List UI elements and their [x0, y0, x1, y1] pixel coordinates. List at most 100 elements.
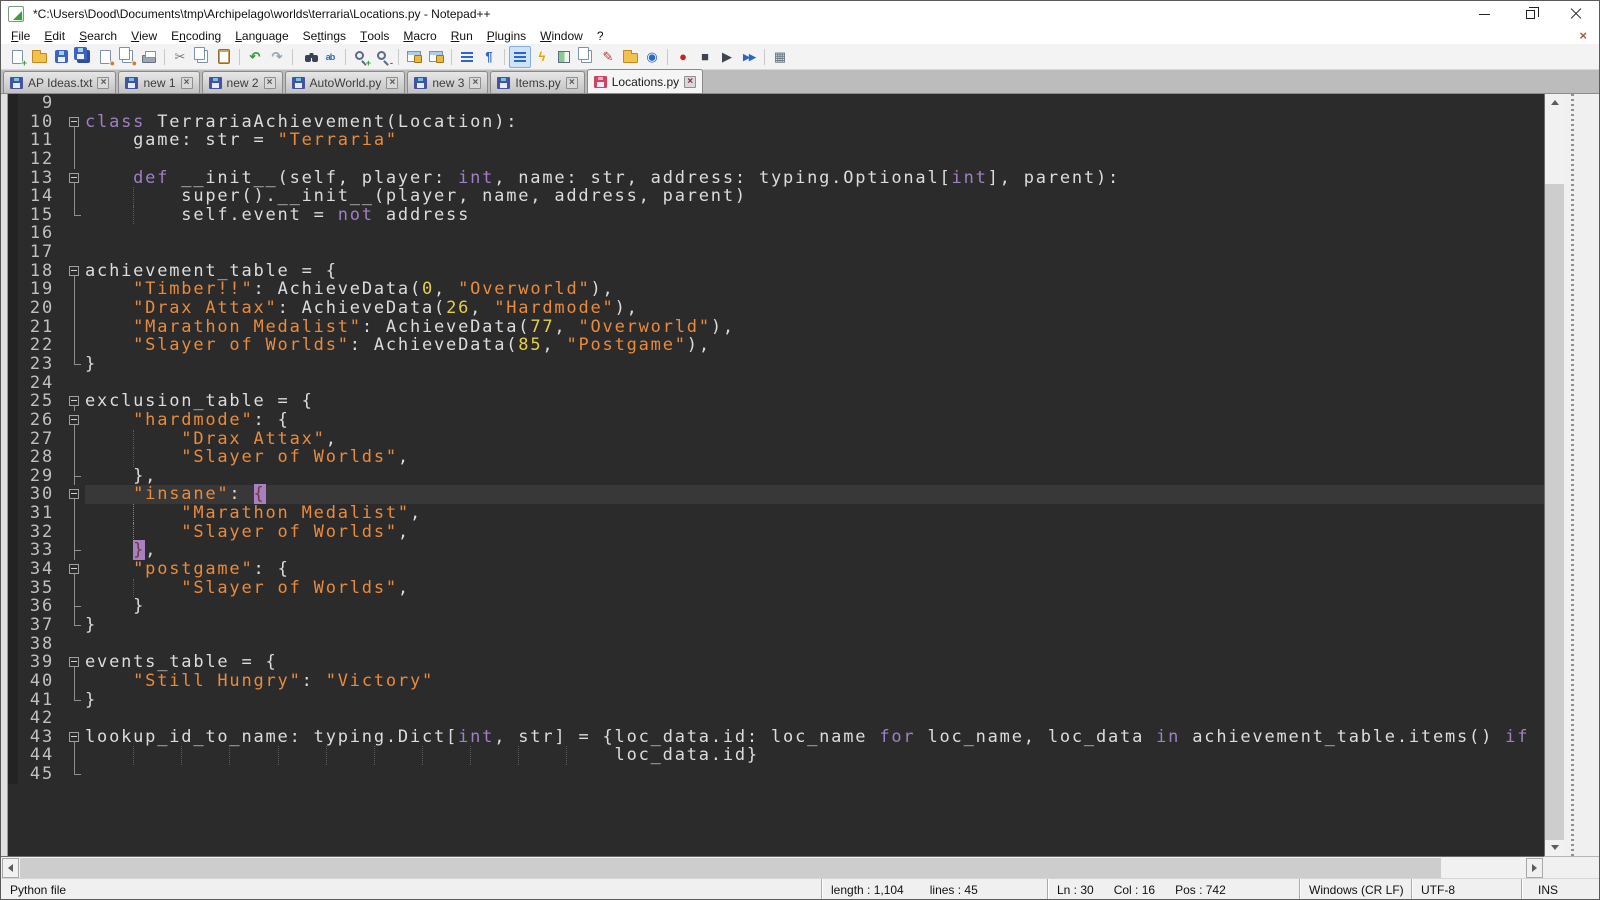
document-list-button[interactable]	[575, 46, 597, 68]
code-text[interactable]: achievement_table = {	[85, 262, 1544, 281]
code-text[interactable]: "Drax Attax",	[85, 430, 1544, 449]
menu-item-run[interactable]: Run	[444, 27, 480, 44]
code-text[interactable]: events_table = {	[85, 653, 1544, 672]
code-text[interactable]	[85, 243, 1544, 262]
new-file-button[interactable]: +	[6, 46, 28, 68]
run-macro-multiple-times-button[interactable]: ▶▶	[738, 46, 760, 68]
menu-item-encoding[interactable]: Encoding	[164, 27, 228, 44]
sync-vertical-scrolling-button[interactable]	[403, 46, 425, 68]
code-text[interactable]	[85, 709, 1544, 728]
open-file-button[interactable]	[28, 46, 50, 68]
fold-toggle-icon[interactable]	[69, 396, 79, 406]
fold-toggle-icon[interactable]	[69, 117, 79, 127]
code-text[interactable]	[85, 765, 1544, 784]
horizontal-scrollbar[interactable]	[1, 856, 1544, 878]
code-text[interactable]: loc_data.id}	[85, 746, 1544, 765]
tab-close-icon[interactable]: ×	[97, 77, 109, 89]
tab-new-3[interactable]: new 3×	[407, 71, 488, 93]
find-button[interactable]	[297, 46, 319, 68]
code-text[interactable]	[85, 635, 1544, 654]
zoom-in-button[interactable]: +	[350, 46, 372, 68]
sync-horizontal-scrolling-button[interactable]	[425, 46, 447, 68]
code-text[interactable]: lookup_id_to_name: typing.Dict[int, str]…	[85, 728, 1544, 747]
code-text[interactable]	[85, 224, 1544, 243]
code-text[interactable]	[85, 150, 1544, 169]
menu-item-edit[interactable]: Edit	[37, 27, 72, 44]
tab-close-icon[interactable]: ×	[264, 77, 276, 89]
status-encoding[interactable]: UTF-8	[1411, 879, 1521, 900]
word-wrap-button[interactable]	[456, 46, 478, 68]
code-text[interactable]: "Marathon Medalist",	[85, 504, 1544, 523]
close-file-button[interactable]: ●	[94, 46, 116, 68]
minimize-button[interactable]	[1461, 1, 1507, 27]
scroll-right-arrow[interactable]	[1526, 858, 1543, 878]
code-text[interactable]: "Slayer of Worlds": AchieveData(85, "Pos…	[85, 336, 1544, 355]
menu-item-tools[interactable]: Tools	[353, 27, 396, 44]
status-insert-mode[interactable]: INS	[1521, 879, 1599, 900]
code-text[interactable]: exclusion_table = {	[85, 392, 1544, 411]
code-text[interactable]	[85, 374, 1544, 393]
horizontal-scroll-thumb[interactable]	[20, 858, 1441, 878]
menu-item-help[interactable]: ?	[590, 27, 611, 44]
menu-item-search[interactable]: Search	[72, 27, 124, 44]
tab-ap-ideas-txt[interactable]: AP Ideas.txt×	[3, 71, 116, 93]
menu-item-language[interactable]: Language	[228, 27, 295, 44]
folder-as-workspace-button[interactable]	[619, 46, 641, 68]
code-text[interactable]: "Slayer of Worlds",	[85, 579, 1544, 598]
menu-item-macro[interactable]: Macro	[396, 27, 443, 44]
undo-button[interactable]: ↶	[244, 46, 266, 68]
code-area[interactable]: 910class TerrariaAchievement(Location):1…	[8, 94, 1544, 856]
tab-close-icon[interactable]: ×	[469, 77, 481, 89]
close-document-icon[interactable]: ×	[1579, 27, 1587, 44]
function-list-button[interactable]: ✎	[597, 46, 619, 68]
playback-button[interactable]: ▶	[716, 46, 738, 68]
save-all-button[interactable]	[72, 46, 94, 68]
code-text[interactable]: "Timber!!": AchieveData(0, "Overworld"),	[85, 280, 1544, 299]
save-file-button[interactable]	[50, 46, 72, 68]
tab-new-1[interactable]: new 1×	[118, 71, 199, 93]
paste-button[interactable]	[213, 46, 235, 68]
code-text[interactable]: "insane": {	[85, 485, 1544, 504]
menu-item-window[interactable]: Window	[533, 27, 590, 44]
code-text[interactable]: "Slayer of Worlds",	[85, 523, 1544, 542]
fold-toggle-icon[interactable]	[69, 266, 79, 276]
code-text[interactable]: "Slayer of Worlds",	[85, 448, 1544, 467]
tab-close-icon[interactable]: ×	[684, 76, 696, 88]
tab-close-icon[interactable]: ×	[386, 77, 398, 89]
code-text[interactable]: }	[85, 691, 1544, 710]
code-text[interactable]: "postgame": {	[85, 560, 1544, 579]
copy-button[interactable]	[191, 46, 213, 68]
fold-toggle-icon[interactable]	[69, 173, 79, 183]
code-text[interactable]	[85, 94, 1544, 113]
code-text[interactable]: "Drax Attax": AchieveData(26, "Hardmode"…	[85, 299, 1544, 318]
code-text[interactable]: super().__init__(player, name, address, …	[85, 187, 1544, 206]
tab-close-icon[interactable]: ×	[566, 77, 578, 89]
fold-toggle-icon[interactable]	[69, 657, 79, 667]
code-text[interactable]: game: str = "Terraria"	[85, 131, 1544, 150]
vertical-scroll-thumb[interactable]	[1545, 184, 1564, 840]
tab-close-icon[interactable]: ×	[181, 77, 193, 89]
code-text[interactable]: }	[85, 616, 1544, 635]
fold-toggle-icon[interactable]	[69, 564, 79, 574]
show-indent-guide-button[interactable]	[509, 46, 531, 68]
code-text[interactable]: "Still Hungry": "Victory"	[85, 672, 1544, 691]
show-all-characters-button[interactable]: ¶	[478, 46, 500, 68]
print-button[interactable]	[138, 46, 160, 68]
close-all-files-button[interactable]: ●	[116, 46, 138, 68]
document-map-button[interactable]	[553, 46, 575, 68]
code-text[interactable]: "hardmode": {	[85, 411, 1544, 430]
code-text[interactable]: def __init__(self, player: int, name: st…	[85, 169, 1544, 188]
fold-toggle-icon[interactable]	[69, 489, 79, 499]
menu-item-plugins[interactable]: Plugins	[480, 27, 533, 44]
vertical-scrollbar[interactable]	[1544, 94, 1564, 856]
code-text[interactable]: self.event = not address	[85, 206, 1544, 225]
code-text[interactable]: "Marathon Medalist": AchieveData(77, "Ov…	[85, 318, 1544, 337]
start-recording-button[interactable]: ●	[672, 46, 694, 68]
fold-toggle-icon[interactable]	[69, 415, 79, 425]
code-text[interactable]: },	[85, 541, 1544, 560]
code-text[interactable]: }	[85, 597, 1544, 616]
edit-popup-window-button[interactable]: ▦	[769, 46, 791, 68]
status-eol[interactable]: Windows (CR LF)	[1299, 879, 1411, 900]
redo-button[interactable]: ↷	[266, 46, 288, 68]
tab-new-2[interactable]: new 2×	[202, 71, 283, 93]
